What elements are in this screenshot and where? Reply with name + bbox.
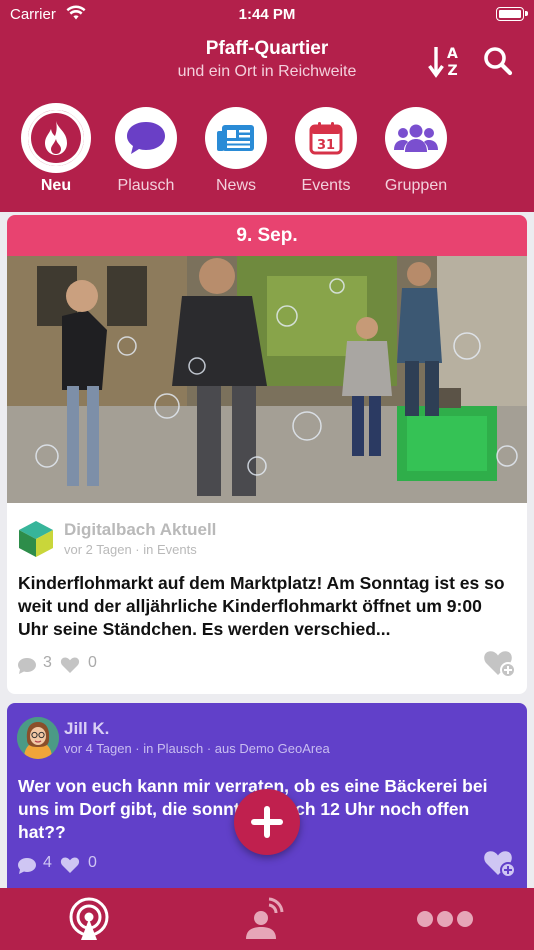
like-count: 0 xyxy=(88,654,97,671)
comment-icon[interactable] xyxy=(17,657,37,680)
avatar[interactable] xyxy=(17,717,59,759)
newspaper-icon xyxy=(205,107,267,169)
person-signal-icon xyxy=(246,897,284,939)
add-post-button[interactable] xyxy=(234,789,300,855)
more-icon xyxy=(417,911,473,927)
category-label: Neu xyxy=(40,177,72,194)
heart-add-icon[interactable] xyxy=(483,848,517,883)
category-plausch[interactable]: Plausch xyxy=(104,107,188,195)
app-header: Carrier 1:44 PM Pfaff-Quartier und ein O… xyxy=(0,0,534,212)
category-bar: Neu Plausch News 31 Events Gruppen xyxy=(0,107,534,197)
category-events[interactable]: 31 Events xyxy=(284,107,368,195)
post-header: Jill K. vor 4 Tagen · in Plausch · aus D… xyxy=(7,703,527,763)
battery-icon xyxy=(496,7,528,21)
post-card[interactable]: 9. Sep. Digitalbach Aktuell vor 2 Tagen … xyxy=(7,215,527,694)
tab-nearby[interactable] xyxy=(204,888,324,950)
svg-text:A: A xyxy=(447,46,458,62)
group-icon xyxy=(385,107,447,169)
category-gruppen[interactable]: Gruppen xyxy=(374,107,458,195)
sort-az-icon[interactable]: A Z xyxy=(428,44,464,83)
author-name[interactable]: Jill K. xyxy=(64,719,109,739)
comment-count: 4 xyxy=(43,854,52,871)
tab-more[interactable] xyxy=(385,888,505,950)
comment-count: 3 xyxy=(43,654,52,671)
category-label: News xyxy=(215,177,256,194)
status-bar: Carrier 1:44 PM xyxy=(0,0,534,30)
like-count: 0 xyxy=(88,854,97,871)
tab-feed[interactable] xyxy=(29,888,149,950)
svg-text:Z: Z xyxy=(448,63,458,78)
heart-icon[interactable] xyxy=(60,856,80,879)
date-header: 9. Sep. xyxy=(7,215,527,256)
post-meta: vor 2 Tagen · in Events xyxy=(64,542,197,557)
post-meta: vor 4 Tagen · in Plausch · aus Demo GeoA… xyxy=(64,741,330,756)
fire-icon xyxy=(25,107,87,169)
search-icon[interactable] xyxy=(483,46,513,81)
post-header: Digitalbach Aktuell vor 2 Tagen · in Eve… xyxy=(7,503,527,563)
category-label: Plausch xyxy=(117,177,175,194)
comment-icon[interactable] xyxy=(17,857,37,880)
heart-icon[interactable] xyxy=(60,656,80,679)
post-footer: 3 0 xyxy=(7,643,527,687)
broadcast-icon xyxy=(69,897,109,940)
category-news[interactable]: News xyxy=(194,107,278,195)
cube-logo-icon xyxy=(18,520,54,563)
chat-bubble-icon xyxy=(115,107,177,169)
tab-bar xyxy=(0,888,534,950)
feed-list[interactable]: 9. Sep. Digitalbach Aktuell vor 2 Tagen … xyxy=(0,212,534,888)
clock: 1:44 PM xyxy=(238,6,296,23)
post-image[interactable] xyxy=(7,256,527,503)
category-neu[interactable]: Neu xyxy=(14,107,98,195)
heart-add-icon[interactable] xyxy=(483,648,517,683)
author-name[interactable]: Digitalbach Aktuell xyxy=(64,520,216,540)
category-label: Events xyxy=(301,177,351,194)
plus-icon xyxy=(251,806,283,838)
post-text[interactable]: Kinderflohmarkt auf dem Marktplatz! Am S… xyxy=(7,563,527,643)
svg-text:31: 31 xyxy=(317,138,335,153)
calendar-icon: 31 xyxy=(295,107,357,169)
category-label: Gruppen xyxy=(384,177,448,194)
